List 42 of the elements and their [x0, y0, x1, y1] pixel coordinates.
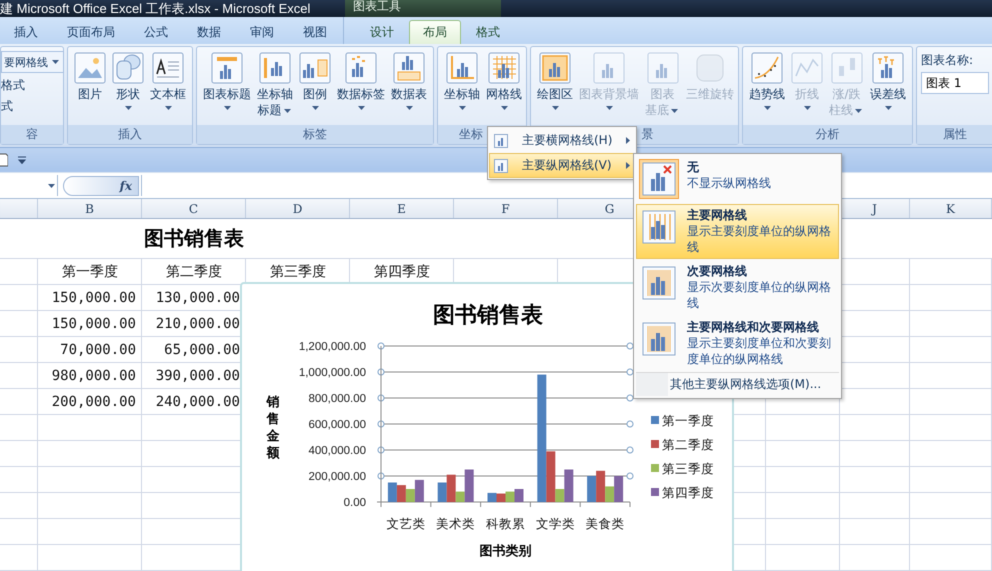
column-heading: 第三季度 — [270, 262, 326, 280]
legend-label: 第二季度 — [662, 437, 714, 452]
legend-label: 第三季度 — [662, 461, 714, 476]
legend-label: 第一季度 — [662, 413, 714, 428]
category-label: 美食类 — [586, 516, 625, 531]
tick-label: 200,000.00 — [308, 471, 366, 483]
tick-label: 800,000.00 — [308, 393, 366, 405]
column-heading: 第二季度 — [166, 262, 222, 280]
window-title: 建 Microsoft Office Excel 工作表.xlsx - Microsoft Excel — [0, 0, 312, 17]
group-label: 属性 — [917, 125, 992, 144]
table-cell: 240,000.00 — [156, 394, 240, 410]
table-cell: 130,000.00 — [156, 290, 240, 306]
group-label: 插入 — [68, 125, 192, 144]
group-label: 容 — [1, 125, 63, 144]
table-cell: 980,000.00 — [52, 368, 136, 384]
table-cell: 200,000.00 — [52, 394, 136, 410]
table-cell: 70,000.00 — [60, 342, 136, 358]
tick-label: 1,200,000.00 — [298, 341, 366, 353]
tick-label: 1,000,000.00 — [298, 367, 366, 379]
table-cell: 150,000.00 — [52, 290, 136, 306]
chart-title: 图书销售表 — [433, 303, 543, 328]
tick-label: 400,000.00 — [308, 445, 366, 457]
field-label: 图表名称: — [921, 52, 974, 69]
context-tab-header: 图表工具 — [345, 0, 501, 17]
column-heading: 第一季度 — [62, 262, 118, 280]
sheet-title: 图书销售表 — [144, 225, 244, 252]
table-cell: 65,000.00 — [164, 342, 240, 358]
category-label: 美术类 — [436, 516, 476, 531]
legend-label: 第四季度 — [662, 485, 714, 500]
column-heading: 第四季度 — [374, 262, 430, 280]
group-label: 标签 — [197, 125, 433, 144]
category-label: 文艺类 — [386, 516, 426, 531]
tick-label: 600,000.00 — [308, 419, 366, 431]
axis-title: 图书类别 — [480, 544, 532, 559]
category-label: 科教累 — [486, 516, 525, 531]
axis-title: 销售金额 — [266, 395, 280, 461]
group-label: 分析 — [743, 125, 912, 144]
tick-label: 0.00 — [344, 497, 366, 509]
table-cell: 390,000.00 — [156, 368, 240, 384]
table-cell: 210,000.00 — [156, 316, 240, 332]
table-cell: 150,000.00 — [52, 316, 136, 332]
category-label: 文学类 — [536, 516, 575, 531]
